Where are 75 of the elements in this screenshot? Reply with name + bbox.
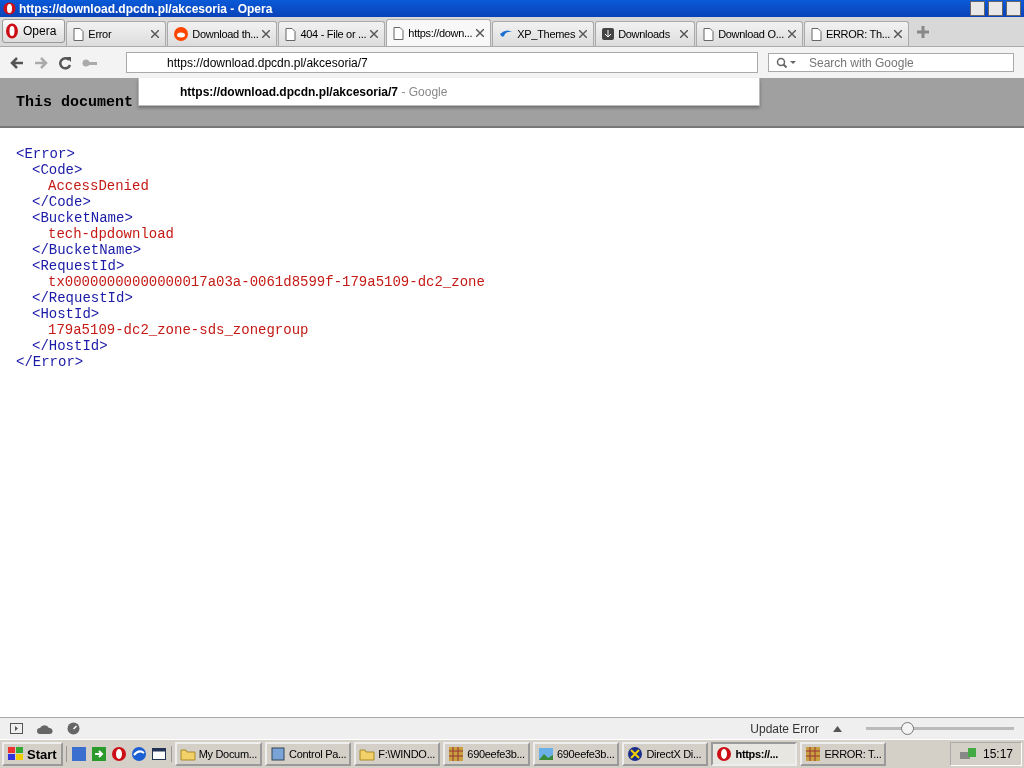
taskbar-button[interactable]: F:\WINDO... <box>354 742 441 766</box>
folder-icon <box>359 746 376 762</box>
suggestion-item[interactable]: https://download.dpcdn.pl/akcesoria/7 - Google <box>138 78 760 106</box>
speedometer-icon[interactable] <box>67 722 80 735</box>
close-icon[interactable] <box>787 30 796 38</box>
xml-tag: <HostId> <box>32 306 1008 322</box>
opera-icon <box>5 23 19 39</box>
clock: 15:17 <box>982 747 1013 761</box>
reload-icon[interactable] <box>58 55 72 70</box>
grid-icon <box>448 746 465 762</box>
panel-toggle-icon[interactable] <box>10 723 23 734</box>
window-title: https://download.dpcdn.pl/akcesoria - Opera <box>19 1 274 16</box>
xml-value: tech-dpdownload <box>48 226 176 242</box>
xml-tag: </BucketName> <box>32 242 1008 258</box>
browser-tab[interactable]: https://down... <box>386 19 492 46</box>
taskbar-button[interactable]: My Docum... <box>174 742 263 766</box>
browser-tab[interactable]: Error <box>66 21 167 46</box>
xml-tag: <RequestId> <box>32 258 1008 274</box>
status-text: Update Error <box>750 721 819 736</box>
close-icon[interactable] <box>151 30 160 38</box>
opera-icon <box>716 746 733 762</box>
browser-tab[interactable]: XP_Themes <box>492 21 595 46</box>
download-icon <box>602 28 615 40</box>
swirl-icon <box>499 28 514 40</box>
xml-tag: </RequestId> <box>32 290 1008 306</box>
folder-icon <box>179 746 196 762</box>
close-icon[interactable] <box>680 30 689 38</box>
close-icon[interactable] <box>476 29 485 37</box>
browser-tab[interactable]: Download th... <box>167 21 278 46</box>
taskbar-button[interactable]: Control Pa... <box>265 742 352 766</box>
zoom-slider[interactable] <box>866 722 1014 735</box>
opera-icon <box>3 2 16 15</box>
start-button[interactable]: Start <box>2 742 63 766</box>
taskbar-button[interactable]: DirectX Di... <box>622 742 709 766</box>
browser-tab[interactable]: Downloads <box>595 21 696 46</box>
xml-tag: <Error> <box>16 146 1008 162</box>
browser-tab[interactable]: ERROR: Th... <box>803 21 909 46</box>
search-field[interactable]: Search with Google <box>768 53 1014 72</box>
window-icon[interactable] <box>150 746 167 762</box>
xml-tag: <Code> <box>32 162 1008 178</box>
xml-tag: </Error> <box>16 354 1008 370</box>
xml-tag: </HostId> <box>32 338 1008 354</box>
cloud-icon[interactable] <box>37 723 53 734</box>
swirl-icon[interactable] <box>130 746 147 762</box>
caret-icon[interactable] <box>833 725 842 732</box>
page-icon <box>393 26 405 40</box>
page-icon <box>285 27 297 41</box>
slider-thumb[interactable] <box>901 722 915 735</box>
windows-logo-icon <box>8 747 24 761</box>
page-icon <box>73 27 85 41</box>
opera-icon[interactable] <box>110 746 127 762</box>
page-icon <box>703 27 715 41</box>
browser-tab[interactable]: Download O... <box>696 21 803 46</box>
opera-menu-button[interactable]: Opera <box>2 19 66 43</box>
taskbar-button[interactable]: 690eefe3b... <box>443 742 530 766</box>
grid-icon <box>805 746 822 762</box>
close-icon[interactable] <box>262 30 271 38</box>
xml-value: AccessDenied <box>48 178 150 194</box>
xml-value: tx00000000000000017a03a-0061d8599f-179a5109-dc2_zone <box>48 274 486 290</box>
close-icon[interactable] <box>370 30 379 38</box>
close-icon[interactable] <box>579 30 588 38</box>
xml-tag: <BucketName> <box>32 210 1008 226</box>
taskbar-button[interactable]: 690eefe3b... <box>532 742 620 766</box>
address-field[interactable]: https://download.dpcdn.pl/akcesoria/7 <box>126 52 758 73</box>
page-icon <box>810 27 822 41</box>
taskbar-button[interactable]: ERROR: T... <box>800 742 887 766</box>
banner-text: This document <box>16 93 134 111</box>
xml-value: 179a5109-dc2_zone-sds_zonegroup <box>48 322 310 338</box>
browser-tab[interactable]: 404 - File or ... <box>278 21 386 46</box>
close-icon[interactable] <box>894 30 902 38</box>
taskbar-button[interactable]: https://... <box>711 742 798 766</box>
xml-tag: </Code> <box>32 194 1008 210</box>
back-icon[interactable] <box>10 56 24 69</box>
image-icon <box>537 746 554 762</box>
search-icon <box>776 57 796 69</box>
